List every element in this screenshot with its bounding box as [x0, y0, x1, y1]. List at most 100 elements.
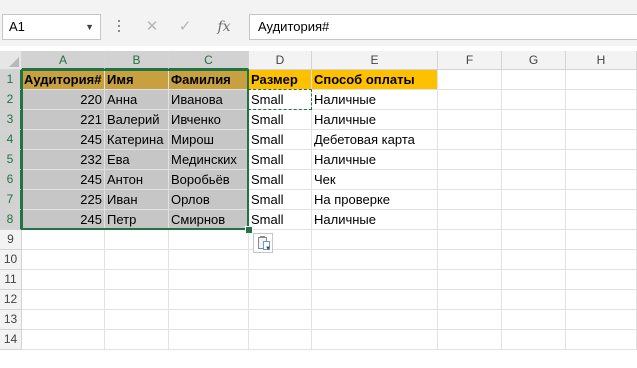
cell-d2[interactable]: Small: [249, 90, 312, 110]
row-header-6[interactable]: 6: [0, 170, 22, 190]
cell-h11[interactable]: [566, 270, 637, 290]
cell-f5[interactable]: [438, 150, 502, 170]
cell-g1[interactable]: [502, 70, 566, 90]
cell-e14[interactable]: [312, 330, 438, 350]
cell-h9[interactable]: [566, 230, 637, 250]
cell-f12[interactable]: [438, 290, 502, 310]
column-header-b[interactable]: B: [105, 51, 169, 70]
cell-f10[interactable]: [438, 250, 502, 270]
cell-h1[interactable]: [566, 70, 637, 90]
column-header-e[interactable]: E: [312, 51, 438, 70]
cell-e3[interactable]: Наличные: [312, 110, 438, 130]
cancel-icon[interactable]: ✕: [140, 14, 164, 40]
row-header-7[interactable]: 7: [0, 190, 22, 210]
cell-f4[interactable]: [438, 130, 502, 150]
enter-icon[interactable]: ✓: [173, 14, 197, 40]
cell-g14[interactable]: [502, 330, 566, 350]
cell-b13[interactable]: [105, 310, 169, 330]
cell-d3[interactable]: Small: [249, 110, 312, 130]
cell-f6[interactable]: [438, 170, 502, 190]
cell-h3[interactable]: [566, 110, 637, 130]
cell-c4[interactable]: Мирош: [169, 130, 249, 150]
cell-a13[interactable]: [22, 310, 105, 330]
cell-a5[interactable]: 232: [22, 150, 105, 170]
cell-h10[interactable]: [566, 250, 637, 270]
cell-g5[interactable]: [502, 150, 566, 170]
insert-function-icon[interactable]: fx: [212, 14, 236, 40]
select-all-corner[interactable]: [0, 51, 22, 70]
cell-d10[interactable]: [249, 250, 312, 270]
cell-b7[interactable]: Иван: [105, 190, 169, 210]
cell-h2[interactable]: [566, 90, 637, 110]
row-header-13[interactable]: 13: [0, 310, 22, 330]
cell-g13[interactable]: [502, 310, 566, 330]
cell-a14[interactable]: [22, 330, 105, 350]
cell-h4[interactable]: [566, 130, 637, 150]
row-header-12[interactable]: 12: [0, 290, 22, 310]
cell-g8[interactable]: [502, 210, 566, 230]
row-header-4[interactable]: 4: [0, 130, 22, 150]
cell-g7[interactable]: [502, 190, 566, 210]
cell-f1[interactable]: [438, 70, 502, 90]
cell-h6[interactable]: [566, 170, 637, 190]
row-header-1[interactable]: 1: [0, 70, 22, 90]
cell-b11[interactable]: [105, 270, 169, 290]
cell-c9[interactable]: [169, 230, 249, 250]
cell-b14[interactable]: [105, 330, 169, 350]
cell-a6[interactable]: 245: [22, 170, 105, 190]
cell-g11[interactable]: [502, 270, 566, 290]
cell-g10[interactable]: [502, 250, 566, 270]
cell-h5[interactable]: [566, 150, 637, 170]
row-header-11[interactable]: 11: [0, 270, 22, 290]
cell-b8[interactable]: Петр: [105, 210, 169, 230]
cell-a3[interactable]: 221: [22, 110, 105, 130]
cell-g6[interactable]: [502, 170, 566, 190]
name-box[interactable]: A1 ▼: [2, 14, 101, 40]
cell-g4[interactable]: [502, 130, 566, 150]
cell-h14[interactable]: [566, 330, 637, 350]
cell-g2[interactable]: [502, 90, 566, 110]
row-header-5[interactable]: 5: [0, 150, 22, 170]
cell-b3[interactable]: Валерий: [105, 110, 169, 130]
cell-a11[interactable]: [22, 270, 105, 290]
cell-c2[interactable]: Иванова: [169, 90, 249, 110]
cell-c3[interactable]: Ивченко: [169, 110, 249, 130]
column-header-f[interactable]: F: [438, 51, 502, 70]
cell-c1[interactable]: Фамилия: [169, 70, 249, 90]
cell-d8[interactable]: Small: [249, 210, 312, 230]
cell-c12[interactable]: [169, 290, 249, 310]
cell-b12[interactable]: [105, 290, 169, 310]
cell-b6[interactable]: Антон: [105, 170, 169, 190]
cell-h13[interactable]: [566, 310, 637, 330]
cell-d12[interactable]: [249, 290, 312, 310]
cell-a8[interactable]: 245: [22, 210, 105, 230]
cell-f7[interactable]: [438, 190, 502, 210]
column-header-c[interactable]: C: [169, 51, 249, 70]
cell-g12[interactable]: [502, 290, 566, 310]
cell-c14[interactable]: [169, 330, 249, 350]
cell-e4[interactable]: Дебетовая карта: [312, 130, 438, 150]
cell-e10[interactable]: [312, 250, 438, 270]
cell-d1[interactable]: Размер: [249, 70, 312, 90]
cell-e7[interactable]: На проверке: [312, 190, 438, 210]
cell-d5[interactable]: Small: [249, 150, 312, 170]
formula-input[interactable]: Аудитория#: [249, 14, 637, 40]
row-header-9[interactable]: 9: [0, 230, 22, 250]
cell-b5[interactable]: Ева: [105, 150, 169, 170]
formula-bar-grip-icon[interactable]: [117, 18, 121, 36]
cell-e8[interactable]: Наличные: [312, 210, 438, 230]
cell-f9[interactable]: [438, 230, 502, 250]
cell-c5[interactable]: Мединских: [169, 150, 249, 170]
cell-d13[interactable]: [249, 310, 312, 330]
cell-a7[interactable]: 225: [22, 190, 105, 210]
row-header-10[interactable]: 10: [0, 250, 22, 270]
cell-c8[interactable]: Смирнов: [169, 210, 249, 230]
cell-h8[interactable]: [566, 210, 637, 230]
column-header-g[interactable]: G: [502, 51, 566, 70]
cell-b9[interactable]: [105, 230, 169, 250]
cell-a9[interactable]: [22, 230, 105, 250]
cell-g9[interactable]: [502, 230, 566, 250]
cell-e6[interactable]: Чек: [312, 170, 438, 190]
column-header-a[interactable]: A: [22, 51, 105, 70]
cell-g3[interactable]: [502, 110, 566, 130]
